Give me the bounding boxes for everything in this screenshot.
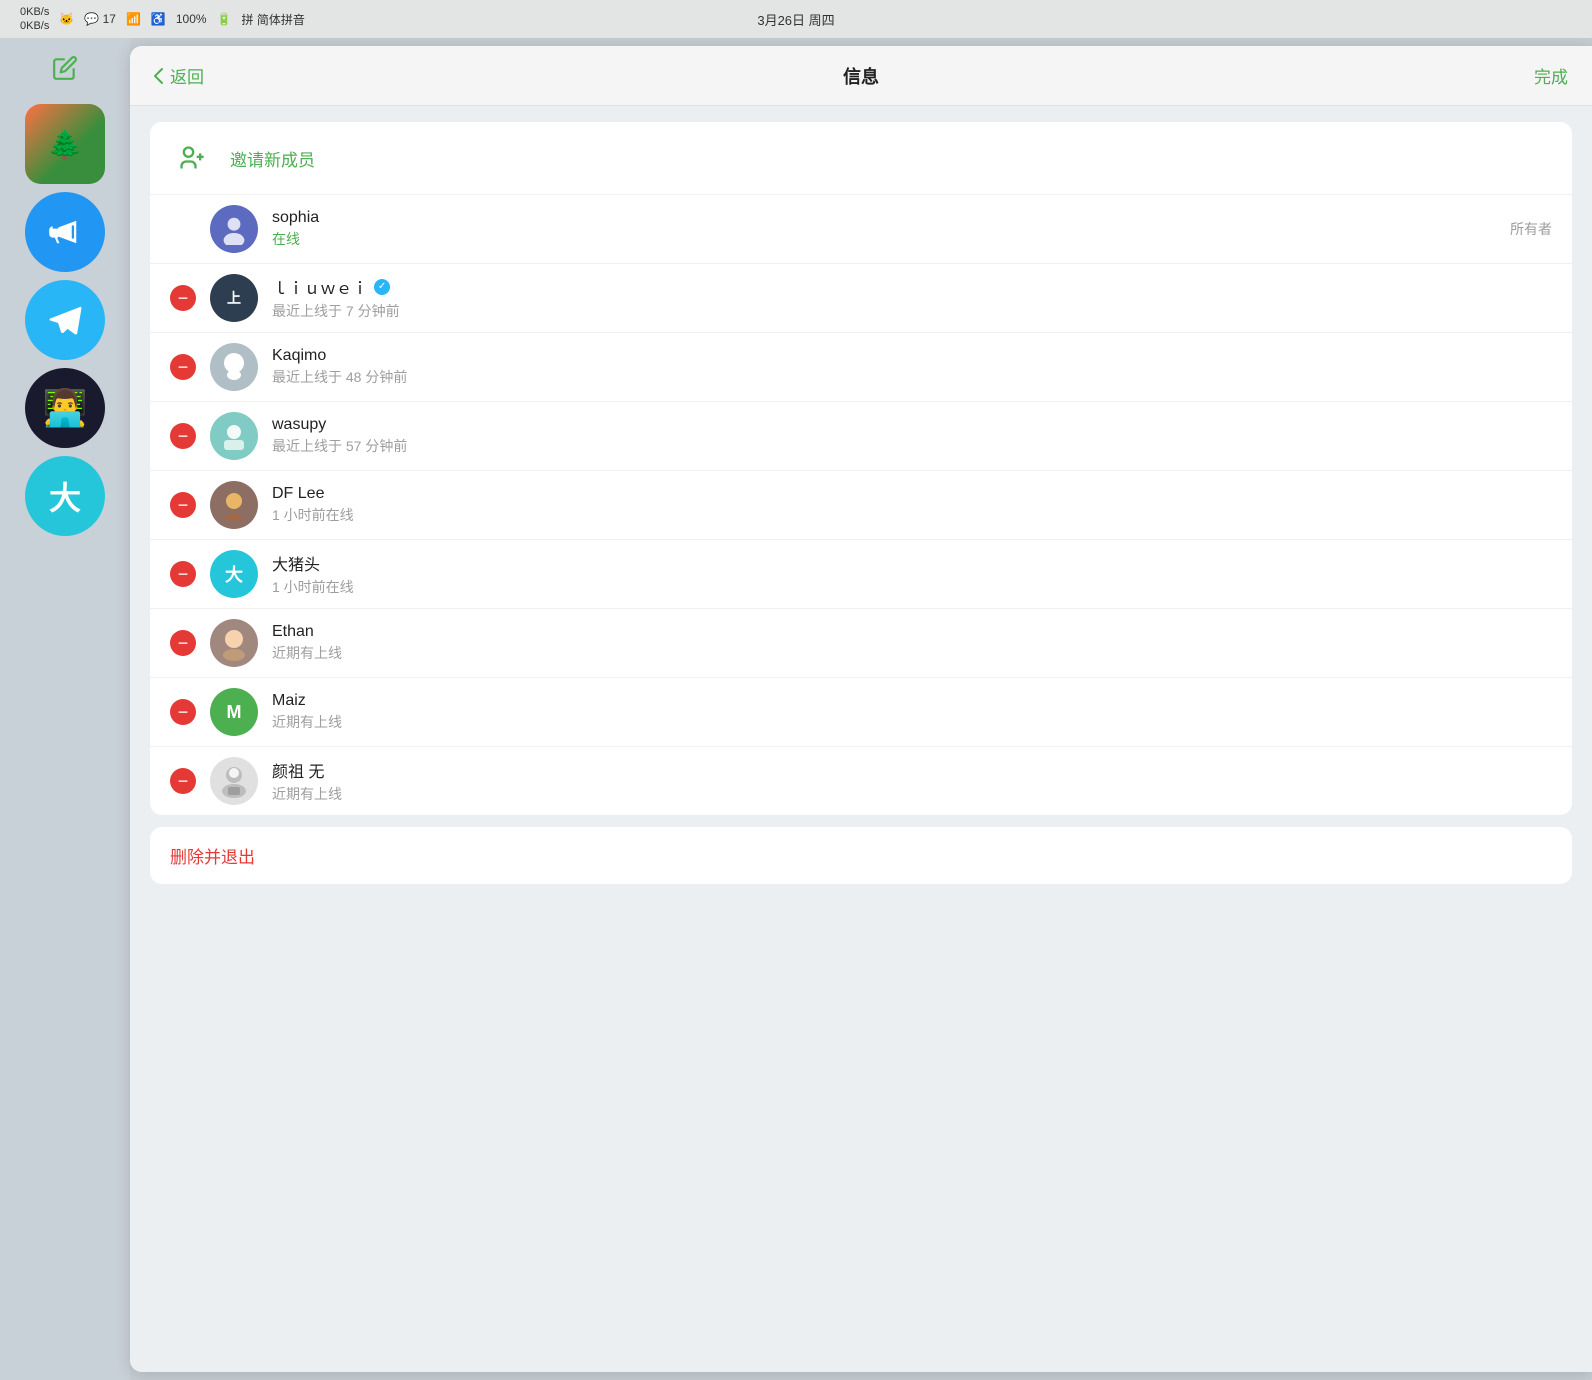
member-name-sophia: sophia — [272, 209, 1496, 227]
member-name-dflee: DF Lee — [272, 485, 1552, 503]
member-info-sophia: sophia 在线 — [272, 209, 1496, 249]
avatar-liuwei: 上 — [210, 274, 258, 322]
member-name-maiz: Maiz — [272, 692, 1552, 710]
app-container: 🌲 👨‍💻 大 — [0, 38, 1592, 1380]
battery: 100% — [176, 12, 207, 26]
invite-label: 邀请新成员 — [230, 146, 315, 171]
member-name-big: 大猪头 — [272, 551, 1552, 575]
member-row-yan[interactable]: − 颜祖 无 近期有上线 — [150, 747, 1572, 815]
member-status-maiz: 近期有上线 — [272, 712, 1552, 732]
member-name-ethan: Ethan — [272, 623, 1552, 641]
member-role-sophia: 所有者 — [1510, 219, 1552, 239]
member-info-dflee: DF Lee 1 小时前在线 — [272, 485, 1552, 525]
scroll-area[interactable]: 邀请新成员 sophia 在线 所有者 — [130, 106, 1592, 1372]
member-row-dflee[interactable]: − DF Lee 1 小时前在线 — [150, 471, 1572, 540]
member-status-ethan: 近期有上线 — [272, 643, 1552, 663]
remove-btn-dflee[interactable]: − — [170, 492, 196, 518]
member-info-liuwei: ｌｉｕｗｅｉ ✓ 最近上线于 7 分钟前 — [272, 275, 1552, 321]
network-speed: 0KB/s0KB/s — [20, 5, 49, 34]
member-status-sophia: 在线 — [272, 229, 1496, 249]
invite-row[interactable]: 邀请新成员 — [150, 122, 1572, 195]
sidebar-telegram-btn[interactable] — [25, 280, 105, 360]
sidebar-big-label: 大 — [49, 473, 81, 519]
remove-btn-ethan[interactable]: − — [170, 630, 196, 656]
member-status-big: 1 小时前在线 — [272, 577, 1552, 597]
delete-card: 删除并退出 — [150, 827, 1572, 884]
avatar-maiz: M — [210, 688, 258, 736]
system-bar: 0KB/s0KB/s 🐱 💬 17 📶 ♿ 100% 🔋 拼 简体拼音 3月26… — [0, 0, 1592, 38]
avatar-kaqimo — [210, 343, 258, 391]
avatar-wasupy — [210, 412, 258, 460]
remove-btn-yan[interactable]: − — [170, 768, 196, 794]
sidebar-group-avatar[interactable]: 🌲 — [25, 104, 105, 184]
member-info-big: 大猪头 1 小时前在线 — [272, 551, 1552, 597]
avatar-big: 大 — [210, 550, 258, 598]
remove-btn-kaqimo[interactable]: − — [170, 354, 196, 380]
avatar-ethan — [210, 619, 258, 667]
member-status-wasupy: 最近上线于 57 分钟前 — [272, 436, 1552, 456]
member-name-kaqimo: Kaqimo — [272, 347, 1552, 365]
remove-btn-wasupy[interactable]: − — [170, 423, 196, 449]
member-row-maiz[interactable]: − M Maiz 近期有上线 — [150, 678, 1572, 747]
remove-btn-liuwei[interactable]: − — [170, 285, 196, 311]
delete-button[interactable]: 删除并退出 — [150, 827, 1572, 884]
member-row-wasupy[interactable]: − wasupy 最近上线于 57 分钟前 — [150, 402, 1572, 471]
avatar-sophia — [210, 205, 258, 253]
member-row-kaqimo[interactable]: − Kaqimo 最近上线于 48 分钟前 — [150, 333, 1572, 402]
sys-left: 0KB/s0KB/s 🐱 💬 17 📶 ♿ 100% 🔋 拼 简体拼音 — [20, 5, 305, 34]
member-status-liuwei: 最近上线于 7 分钟前 — [272, 301, 1552, 321]
wifi-icon: 📶 — [126, 12, 141, 26]
member-info-yan: 颜祖 无 近期有上线 — [272, 758, 1552, 804]
member-row-liuwei[interactable]: − 上 ｌｉｕｗｅｉ ✓ 最近上线于 7 分钟前 — [150, 264, 1572, 333]
sidebar-big-btn[interactable]: 大 — [25, 456, 105, 536]
page-title: 信息 — [843, 63, 879, 89]
member-info-maiz: Maiz 近期有上线 — [272, 692, 1552, 732]
accessibility-icon: ♿ — [151, 12, 166, 26]
compose-button[interactable] — [45, 48, 85, 88]
cat-icon: 🐱 — [59, 12, 74, 26]
input-method: 拼 简体拼音 — [242, 11, 305, 28]
sidebar: 🌲 👨‍💻 大 — [0, 38, 130, 1380]
member-info-ethan: Ethan 近期有上线 — [272, 623, 1552, 663]
header: 返回 信息 完成 — [130, 46, 1592, 106]
member-name-yan: 颜祖 无 — [272, 758, 1552, 782]
avatar-dflee — [210, 481, 258, 529]
back-label: 返回 — [170, 63, 204, 88]
wechat-icon: 💬 17 — [84, 12, 116, 26]
remove-btn-big[interactable]: − — [170, 561, 196, 587]
done-button[interactable]: 完成 — [1534, 63, 1568, 88]
battery-icon: 🔋 — [217, 12, 232, 26]
member-row-sophia[interactable]: sophia 在线 所有者 — [150, 195, 1572, 264]
delete-label: 删除并退出 — [170, 843, 255, 868]
member-name-wasupy: wasupy — [272, 416, 1552, 434]
verified-badge-liuwei: ✓ — [374, 279, 390, 295]
member-status-yan: 近期有上线 — [272, 784, 1552, 804]
main-panel: 返回 信息 完成 邀请新成 — [130, 46, 1592, 1372]
member-name-liuwei: ｌｉｕｗｅｉ ✓ — [272, 275, 1552, 299]
member-info-wasupy: wasupy 最近上线于 57 分钟前 — [272, 416, 1552, 456]
member-card: 邀请新成员 sophia 在线 所有者 — [150, 122, 1572, 815]
sidebar-hacker-btn[interactable]: 👨‍💻 — [25, 368, 105, 448]
member-row-ethan[interactable]: − Ethan 近期有上线 — [150, 609, 1572, 678]
remove-btn-maiz[interactable]: − — [170, 699, 196, 725]
invite-icon — [170, 136, 214, 180]
member-status-kaqimo: 最近上线于 48 分钟前 — [272, 367, 1552, 387]
back-button[interactable]: 返回 — [154, 63, 204, 88]
sys-date: 3月26日 周四 — [757, 10, 834, 29]
member-info-kaqimo: Kaqimo 最近上线于 48 分钟前 — [272, 347, 1552, 387]
member-row-big[interactable]: − 大 大猪头 1 小时前在线 — [150, 540, 1572, 609]
avatar-yan — [210, 757, 258, 805]
member-status-dflee: 1 小时前在线 — [272, 505, 1552, 525]
sidebar-megaphone-btn[interactable] — [25, 192, 105, 272]
